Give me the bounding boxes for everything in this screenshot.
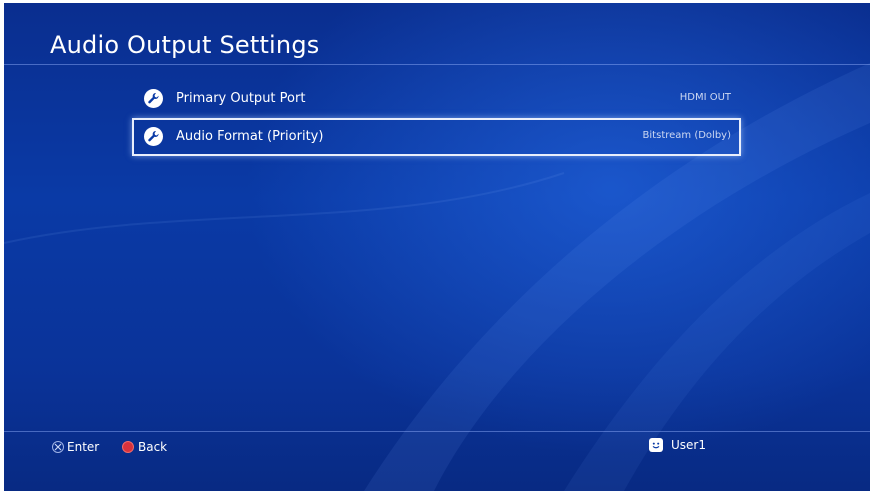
user-avatar-icon: [649, 438, 663, 452]
circle-button-icon: [122, 441, 134, 453]
wrench-icon: [144, 89, 163, 108]
setting-label: Primary Output Port: [176, 91, 306, 106]
header-divider: [4, 64, 870, 65]
page-title: Audio Output Settings: [50, 31, 320, 59]
back-hint: Back: [122, 440, 167, 454]
setting-item-audio-format-priority[interactable]: Audio Format (Priority) Bitstream (Dolby…: [132, 118, 741, 156]
user-indicator: User1: [649, 438, 706, 452]
user-name: User1: [671, 438, 706, 452]
cross-button-icon: [52, 441, 64, 453]
setting-item-primary-output-port[interactable]: Primary Output Port HDMI OUT: [132, 80, 741, 118]
setting-label: Audio Format (Priority): [176, 129, 324, 144]
enter-hint: Enter: [52, 440, 99, 454]
background-wave-decoration: [4, 63, 870, 491]
settings-screen: Audio Output Settings Primary Output Por…: [4, 3, 870, 491]
setting-value: HDMI OUT: [679, 92, 731, 103]
setting-value: Bitstream (Dolby): [642, 130, 731, 141]
wrench-icon: [144, 127, 163, 146]
footer-divider: [4, 431, 870, 432]
enter-label: Enter: [67, 440, 100, 454]
back-label: Back: [138, 440, 168, 454]
